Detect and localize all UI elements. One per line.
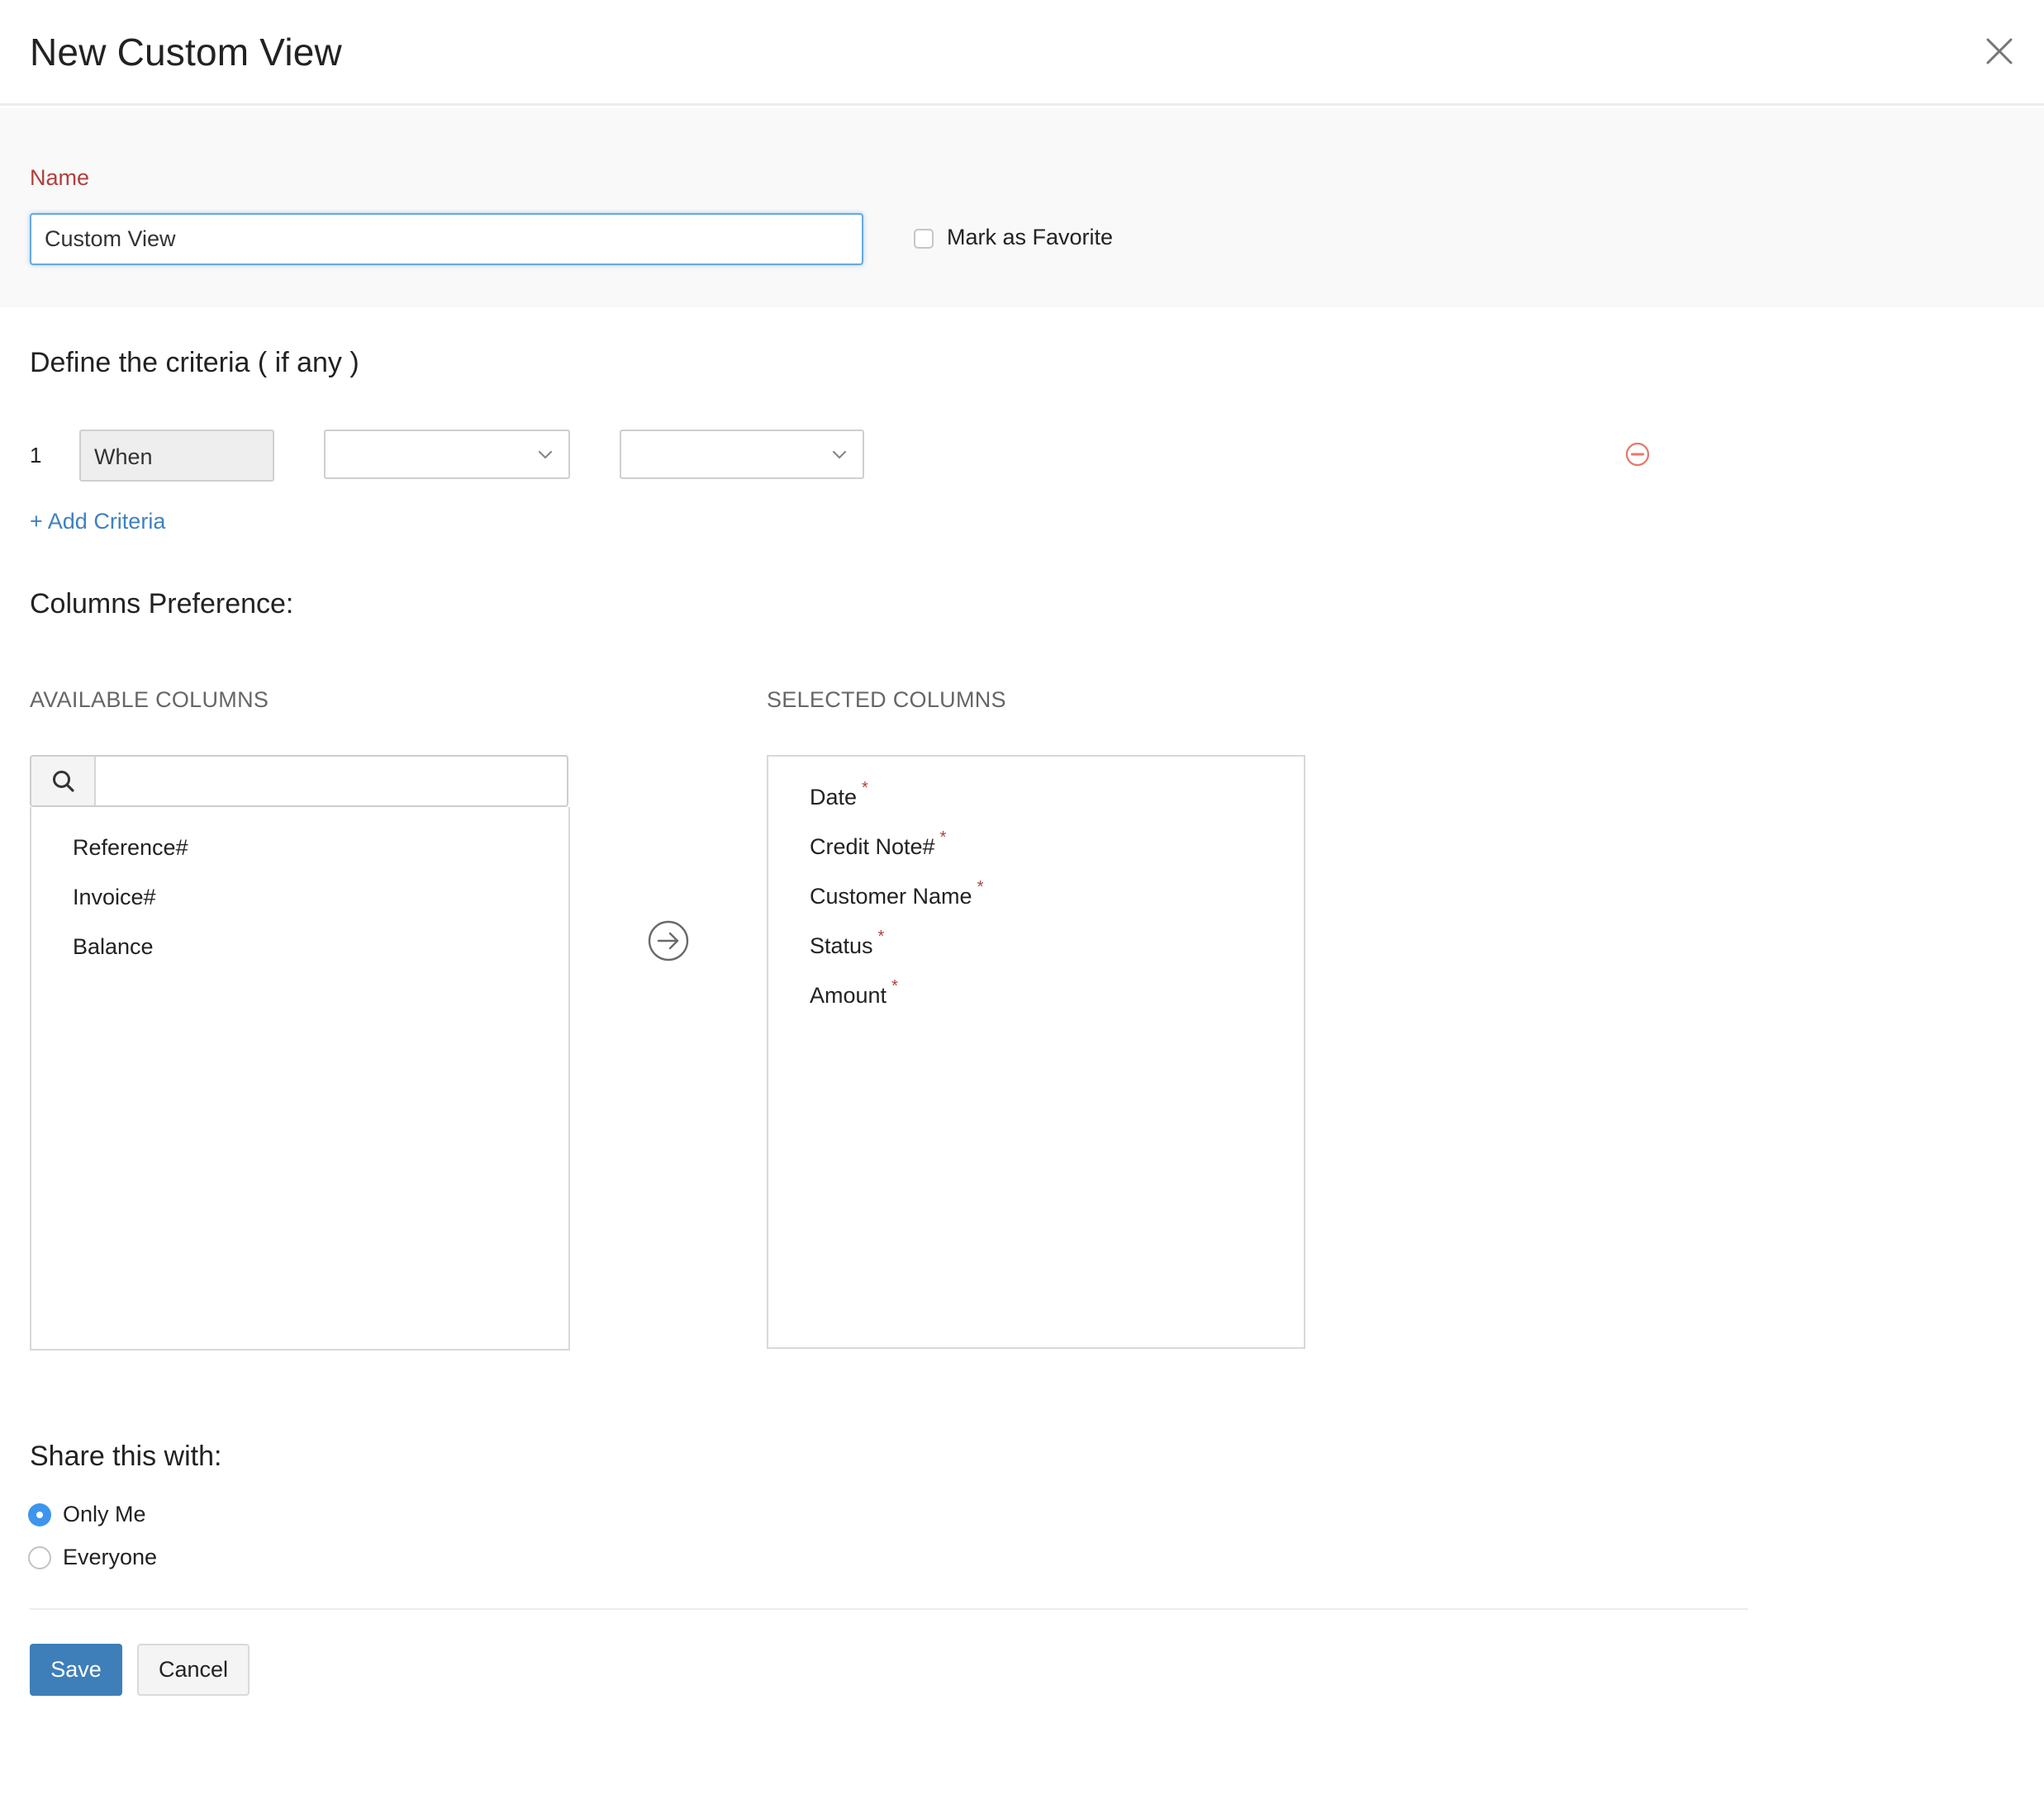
- remove-criteria-button[interactable]: [1624, 441, 1651, 468]
- chevron-down-icon: [832, 450, 847, 459]
- name-label: Name: [30, 165, 90, 190]
- dialog-title: New Custom View: [30, 31, 342, 74]
- share-only-me-label[interactable]: Only Me: [63, 1502, 146, 1527]
- save-button[interactable]: Save: [30, 1644, 122, 1696]
- selected-column-item[interactable]: Status *: [810, 928, 884, 959]
- available-column-item[interactable]: Invoice#: [73, 885, 156, 910]
- selected-columns-list[interactable]: Date * Credit Note# * Customer Name * Statu…: [767, 755, 1305, 1349]
- cancel-button[interactable]: Cancel: [137, 1644, 250, 1696]
- name-input[interactable]: [30, 213, 863, 265]
- mark-favorite-label[interactable]: Mark as Favorite: [947, 225, 1113, 250]
- required-marker: *: [939, 828, 947, 847]
- columns-heading: Columns Preference:: [30, 588, 294, 620]
- selected-column-label: Status: [810, 933, 873, 958]
- close-button[interactable]: [1983, 35, 2016, 68]
- required-marker: *: [891, 977, 898, 995]
- share-heading: Share this with:: [30, 1441, 222, 1472]
- mark-favorite-checkbox[interactable]: [914, 229, 934, 249]
- required-marker: *: [877, 928, 885, 946]
- selected-column-label: Amount: [810, 983, 887, 1008]
- close-icon: [1986, 38, 2013, 64]
- move-to-selected-button[interactable]: [647, 919, 690, 962]
- required-marker: *: [862, 779, 868, 797]
- arrow-right-circle-icon: [648, 920, 689, 961]
- criteria-comparator-select[interactable]: [620, 430, 864, 479]
- share-only-me-radio[interactable]: [28, 1503, 51, 1526]
- columns-search-input[interactable]: [97, 757, 567, 805]
- available-columns-heading: AVAILABLE COLUMNS: [30, 687, 269, 712]
- available-column-item[interactable]: Reference#: [73, 835, 188, 861]
- chevron-down-icon: [538, 450, 553, 459]
- available-columns-search: [30, 755, 568, 807]
- name-section: [0, 108, 2044, 307]
- footer-divider: [30, 1608, 1748, 1610]
- required-marker: *: [977, 878, 984, 896]
- selected-column-item[interactable]: Amount *: [810, 977, 898, 1009]
- share-everyone-radio[interactable]: [28, 1546, 51, 1569]
- dialog-header: New Custom View: [0, 0, 2044, 106]
- selected-columns-heading: SELECTED COLUMNS: [767, 687, 1006, 712]
- selected-column-label: Date: [810, 785, 858, 809]
- selected-column-item[interactable]: Date *: [810, 779, 868, 810]
- selected-column-item[interactable]: Customer Name *: [810, 878, 983, 909]
- criteria-heading: Define the criteria ( if any ): [30, 347, 359, 378]
- selected-column-label: Credit Note#: [810, 834, 935, 859]
- available-columns-list[interactable]: Reference# Invoice# Balance: [30, 807, 570, 1351]
- add-criteria-link[interactable]: + Add Criteria: [30, 509, 165, 534]
- available-column-item[interactable]: Balance: [73, 934, 154, 960]
- search-icon-cell: [31, 757, 96, 805]
- criteria-row-number: 1: [30, 443, 42, 468]
- search-icon: [53, 771, 74, 792]
- criteria-when-label: When: [79, 430, 274, 482]
- selected-column-item[interactable]: Credit Note# *: [810, 828, 946, 860]
- minus-circle-icon: [1625, 442, 1650, 467]
- criteria-field-select[interactable]: [324, 430, 570, 479]
- selected-column-label: Customer Name: [810, 884, 972, 909]
- share-everyone-label[interactable]: Everyone: [63, 1545, 157, 1570]
